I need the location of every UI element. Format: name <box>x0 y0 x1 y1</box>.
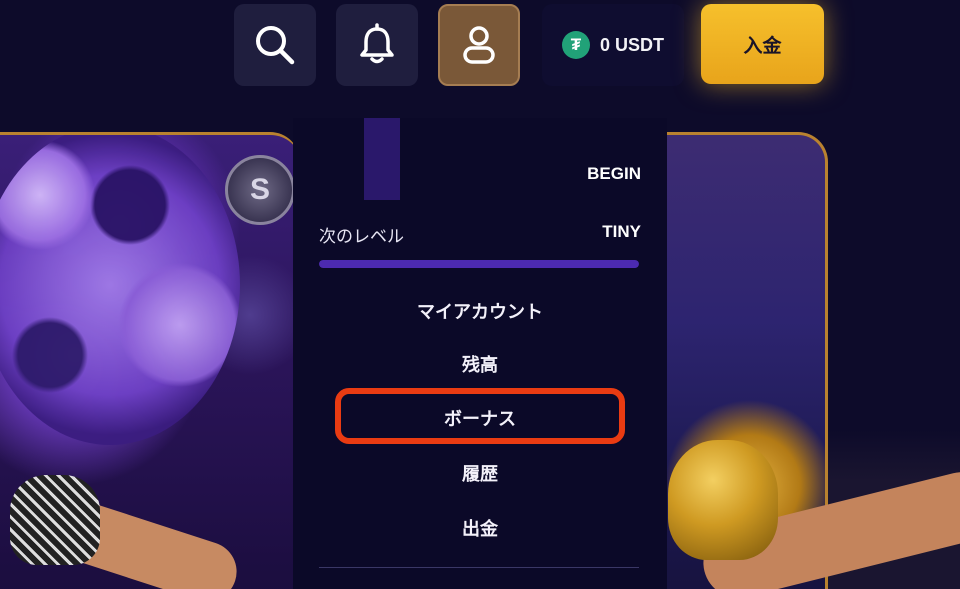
soccer-ball-image <box>0 135 240 445</box>
user-icon <box>463 26 495 64</box>
promo-banner-left[interactable]: S <box>0 132 300 589</box>
account-button[interactable] <box>438 4 520 86</box>
next-level-label: 次のレベル <box>319 227 404 246</box>
top-bar: ₮ 0 USDT 入金 <box>0 0 960 96</box>
level-progress-bar <box>319 260 639 268</box>
account-dropdown-menu: BEGIN 次のレベル TINY マイアカウント 残高 ボーナス 履歴 出金 <box>293 118 667 589</box>
search-button[interactable] <box>234 4 316 86</box>
bell-icon <box>360 23 394 64</box>
wallet-balance-text: 0 USDT <box>599 34 664 55</box>
menu-item-history[interactable]: 履歴 <box>293 460 667 486</box>
coin-image: S <box>225 155 295 225</box>
next-level-value: TINY <box>602 222 641 241</box>
menu-item-balance[interactable]: 残高 <box>293 351 667 377</box>
menu-divider <box>319 567 639 568</box>
level-progress-fill <box>319 260 639 268</box>
current-level: BEGIN <box>587 164 641 183</box>
menu-item-my-account[interactable]: マイアカウント <box>293 298 667 324</box>
search-icon <box>256 26 295 65</box>
menu-item-withdraw[interactable]: 出金 <box>293 515 667 541</box>
level-badge <box>364 118 400 200</box>
menu-item-bonus[interactable]: ボーナス <box>293 405 667 431</box>
notifications-button[interactable] <box>336 4 418 86</box>
wallet-balance[interactable]: ₮ 0 USDT <box>542 4 684 86</box>
glove-image <box>10 475 100 565</box>
deposit-button[interactable]: 入金 <box>701 4 824 84</box>
tether-icon: ₮ <box>561 31 590 59</box>
football-helmet-image <box>668 440 778 560</box>
